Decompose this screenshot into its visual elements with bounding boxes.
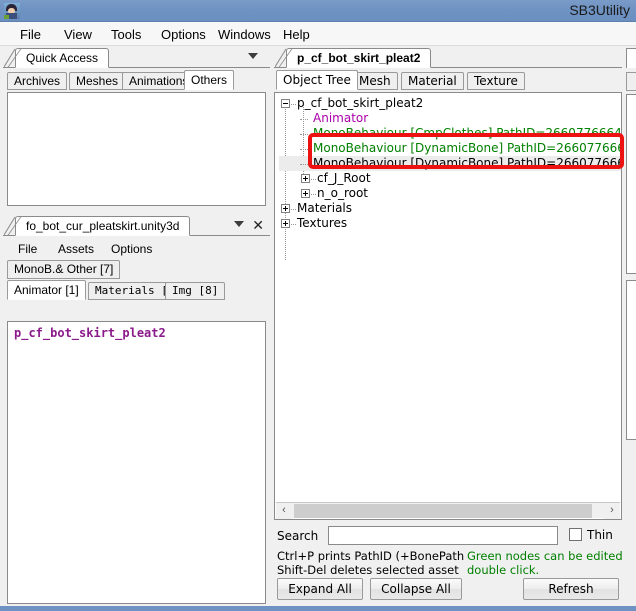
tree-node-textures[interactable]: Textures	[279, 216, 621, 231]
tree-node-label: Textures	[297, 216, 348, 230]
dock-tab-quick-access-label: Quick Access	[26, 51, 99, 65]
right-dock-column: p_cf_bot_skirt_pleat2 Object Tree Mesh M…	[274, 48, 636, 606]
list-item[interactable]: p_cf_bot_skirt_pleat2	[14, 326, 259, 340]
application-window: SB3Utility File View Tools Options Windo…	[0, 0, 636, 611]
tree-node-label: cf_J_Root	[317, 171, 371, 185]
tree-node-label: Materials	[297, 201, 353, 215]
chevron-down-icon-2[interactable]	[234, 221, 244, 227]
quick-access-list[interactable]	[7, 92, 266, 206]
file-panel-tabs: Animator [1] Materials [3] Img [8]	[3, 279, 270, 300]
animator-asset-list[interactable]: p_cf_bot_skirt_pleat2	[7, 321, 266, 604]
status-bar	[0, 606, 636, 611]
scroll-thumb[interactable]	[294, 504, 592, 518]
title-bar: SB3Utility	[0, 0, 636, 22]
window-title: SB3Utility	[569, 2, 630, 18]
tree-node-cf-j-root[interactable]: cf_J_Root	[279, 171, 621, 186]
tree-node-animator[interactable]: Animator	[279, 111, 621, 126]
file-panel-menu-assets[interactable]: Assets	[53, 241, 99, 257]
tree-node-label[interactable]: MonoBehaviour [DynamicBone] PathID=26607…	[313, 141, 621, 155]
tree-toggle-plus-icon[interactable]	[301, 174, 310, 183]
quick-access-tabstrip: Quick Access	[3, 48, 270, 68]
dock-tab-unity3d-file[interactable]: fo_bot_cur_pleatskirt.unity3d	[15, 216, 191, 236]
document-tabstrip: p_cf_bot_skirt_pleat2	[274, 48, 622, 68]
dock-tab-document[interactable]: p_cf_bot_skirt_pleat2	[286, 48, 432, 68]
tab-img[interactable]: Img [8]	[165, 282, 226, 300]
search-row: Search Thin	[274, 526, 622, 548]
dock-tab-quick-access[interactable]: Quick Access	[15, 48, 110, 68]
tree-button-row: Expand All Collapse All Refresh	[274, 578, 622, 602]
thin-checkbox[interactable]	[569, 528, 582, 541]
tree-node-label: n_o_root	[317, 186, 369, 200]
tab-mesh[interactable]: Mesh	[352, 72, 398, 90]
chevron-down-icon[interactable]	[248, 53, 258, 59]
expand-all-button[interactable]: Expand All	[277, 578, 363, 600]
file-panel: fo_bot_cur_pleatskirt.unity3d ✕ File Ass…	[3, 216, 270, 606]
object-tree-view[interactable]: p_cf_bot_skirt_pleat2 Animator MonoBehav…	[274, 92, 622, 520]
tree-toggle-plus-icon[interactable]	[281, 204, 290, 213]
tree-toggle-minus-icon[interactable]	[281, 99, 290, 108]
hint-text-block: Ctrl+P prints PathID (+BonePath Shift-De…	[277, 549, 636, 577]
tree-node-materials[interactable]: Materials	[279, 201, 621, 216]
menu-item-view[interactable]: View	[58, 26, 98, 43]
app-avatar-icon	[4, 3, 20, 19]
tree-node-root[interactable]: p_cf_bot_skirt_pleat2	[279, 96, 621, 111]
refresh-button[interactable]: Refresh	[523, 578, 619, 600]
menu-item-tools[interactable]: Tools	[105, 26, 147, 43]
thin-checkbox-label: Thin	[587, 528, 613, 542]
right-edge-hidden-panel	[624, 48, 636, 606]
menu-item-options[interactable]: Options	[155, 26, 212, 43]
quick-access-tabs: Archives Meshes Animations Others	[3, 70, 270, 92]
tree-node-monobehaviour-cmpclothes[interactable]: MonoBehaviour [CmpClothes] PathID=266077…	[279, 126, 621, 141]
left-dock-column: Quick Access Archives Meshes Animations …	[3, 48, 270, 606]
tab-others[interactable]: Others	[184, 70, 235, 90]
hint-line-1: Ctrl+P prints PathID (+BonePath	[277, 549, 465, 563]
tab-meshes[interactable]: Meshes	[69, 72, 126, 90]
tree-toggle-plus-icon[interactable]	[301, 189, 310, 198]
tree-node-label[interactable]: Animator	[313, 111, 368, 125]
scroll-left-icon[interactable]: ‹	[276, 503, 292, 519]
file-panel-menu-file[interactable]: File	[13, 241, 42, 257]
quick-access-panel: Quick Access Archives Meshes Animations …	[3, 48, 270, 212]
file-panel-menubar: File Assets Options	[3, 238, 270, 260]
file-panel-toprow-tabs: MonoB.& Other [7]	[3, 260, 270, 279]
tree-node-label[interactable]: MonoBehaviour [DynamicBone] PathID=26607…	[313, 156, 621, 170]
collapse-all-button[interactable]: Collapse All	[370, 578, 462, 600]
menu-item-file[interactable]: File	[14, 26, 47, 43]
tree-node-label: p_cf_bot_skirt_pleat2	[297, 96, 424, 110]
menu-bar: File View Tools Options Windows Help	[0, 22, 636, 46]
tree-node-label[interactable]: MonoBehaviour [CmpClothes] PathID=266077…	[313, 126, 621, 140]
search-label: Search	[277, 529, 319, 543]
close-icon[interactable]: ✕	[252, 218, 264, 232]
file-panel-tabstrip: fo_bot_cur_pleatskirt.unity3d ✕	[3, 216, 270, 236]
search-input[interactable]	[328, 526, 558, 545]
tab-monob-other[interactable]: MonoB.& Other [7]	[7, 260, 121, 279]
tab-material[interactable]: Material	[401, 72, 464, 90]
tab-texture[interactable]: Texture	[467, 72, 525, 90]
tree-node-n-o-root[interactable]: n_o_root	[279, 186, 621, 201]
tree-node-monobehaviour-dynamicbone-1[interactable]: MonoBehaviour [DynamicBone] PathID=26607…	[279, 141, 621, 156]
tree-horizontal-scrollbar[interactable]: ‹ ›	[276, 502, 620, 519]
tab-archives[interactable]: Archives	[7, 72, 68, 90]
hint-green-line-1: Green nodes can be edited with a	[467, 549, 636, 563]
dock-tab-document-label: p_cf_bot_skirt_pleat2	[297, 51, 421, 65]
tree-node-monobehaviour-dynamicbone-2[interactable]: MonoBehaviour [DynamicBone] PathID=26607…	[279, 156, 621, 171]
tree-toggle-plus-icon[interactable]	[281, 219, 290, 228]
editor-tabs: Object Tree Mesh Material Texture	[274, 70, 622, 92]
hint-green-line-2: double click.	[467, 563, 540, 577]
tab-animator[interactable]: Animator [1]	[7, 280, 86, 300]
menu-item-windows[interactable]: Windows	[212, 26, 277, 43]
file-panel-menu-options[interactable]: Options	[106, 241, 157, 257]
menu-item-help[interactable]: Help	[277, 26, 316, 43]
dock-tab-unity3d-file-label: fo_bot_cur_pleatskirt.unity3d	[26, 219, 180, 233]
hint-line-2: Shift-Del deletes selected asset	[277, 563, 459, 577]
scroll-right-icon[interactable]: ›	[604, 503, 620, 519]
tab-object-tree[interactable]: Object Tree	[276, 70, 358, 90]
